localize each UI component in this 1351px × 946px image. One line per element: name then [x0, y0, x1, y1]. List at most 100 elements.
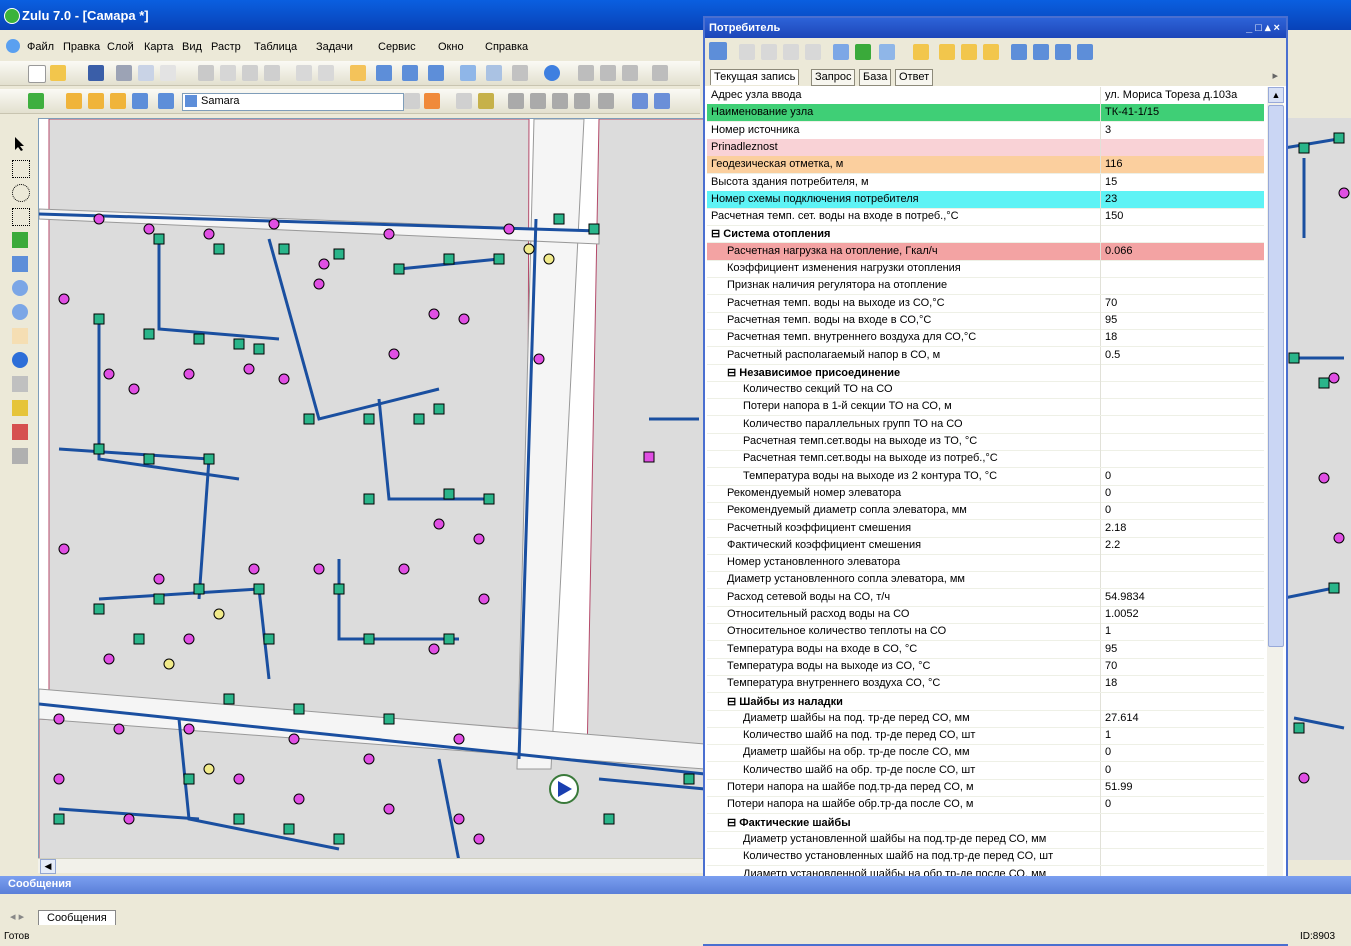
property-row[interactable]: Диаметр установленной шайбы на под.тр-де… — [707, 830, 1264, 849]
arrow-select-icon[interactable] — [12, 136, 28, 152]
network-node[interactable] — [553, 213, 565, 225]
first-record-icon[interactable] — [739, 44, 755, 60]
network-node[interactable] — [1318, 377, 1330, 389]
property-value[interactable]: ТК-41-1/15 — [1105, 106, 1159, 118]
network-node[interactable] — [603, 813, 615, 825]
consumer-node[interactable] — [93, 213, 105, 225]
consumer-node[interactable] — [433, 518, 445, 530]
consumer-node[interactable] — [533, 353, 545, 365]
property-row[interactable]: Расчетная темп. сет. воды на входе в пот… — [707, 208, 1264, 227]
property-row[interactable]: Коэффициент изменения нагрузки отопления — [707, 260, 1264, 278]
property-value[interactable]: 0 — [1105, 504, 1111, 516]
network-map-right[interactable] — [1284, 118, 1351, 860]
network-node[interactable] — [483, 493, 495, 505]
consumer-node[interactable] — [1318, 472, 1330, 484]
consumer-node[interactable] — [313, 278, 325, 290]
menu-table[interactable]: Таблица — [254, 41, 297, 53]
property-row[interactable]: Рекомендуемый диаметр сопла элеватора, м… — [707, 502, 1264, 521]
network-node[interactable] — [1293, 722, 1305, 734]
consumer-node[interactable] — [278, 373, 290, 385]
consumer-node[interactable] — [233, 773, 245, 785]
raster-icon[interactable] — [158, 93, 174, 109]
layer-prop-icon[interactable] — [88, 93, 104, 109]
consumer-node[interactable] — [313, 563, 325, 575]
consumer-node[interactable] — [503, 223, 515, 235]
measure-icon[interactable] — [574, 93, 590, 109]
property-value[interactable]: 27.614 — [1105, 712, 1139, 724]
network-node[interactable] — [253, 583, 265, 595]
network-node[interactable] — [213, 243, 225, 255]
new-icon[interactable] — [28, 65, 46, 83]
next-record-icon[interactable] — [783, 44, 799, 60]
zoom-extent-icon[interactable] — [12, 256, 28, 272]
consumer-node[interactable] — [363, 753, 375, 765]
network-node[interactable] — [393, 263, 405, 275]
valve-node[interactable] — [163, 658, 175, 670]
measure-tool-icon[interactable] — [12, 448, 28, 464]
consumer-node[interactable] — [388, 348, 400, 360]
layer-table-icon[interactable] — [132, 93, 148, 109]
property-row[interactable]: Количество шайб на обр. тр-де после СО, … — [707, 761, 1264, 780]
network-node[interactable] — [133, 633, 145, 645]
property-row[interactable]: Номер схемы подключения потребителя 23 — [707, 190, 1264, 209]
redo-icon[interactable] — [318, 65, 334, 81]
db-icon[interactable] — [530, 93, 546, 109]
network-node[interactable] — [53, 813, 65, 825]
property-row[interactable]: Наименование узла ТК-41-1/15 — [707, 104, 1264, 123]
menu-layer[interactable]: Слой — [107, 41, 134, 53]
property-value[interactable]: 54.9834 — [1105, 591, 1145, 603]
menu-edit[interactable]: Правка — [63, 41, 100, 53]
tool-a-icon[interactable] — [578, 65, 594, 81]
consumer-node[interactable] — [153, 573, 165, 585]
consumer-node[interactable] — [428, 308, 440, 320]
consumer-node[interactable] — [183, 723, 195, 735]
layer-edit-icon[interactable] — [110, 93, 126, 109]
page-setup-icon[interactable] — [160, 65, 176, 81]
consumer-node[interactable] — [293, 793, 305, 805]
network-node[interactable] — [233, 338, 245, 350]
network-node[interactable] — [363, 493, 375, 505]
tab-current-record[interactable]: Текущая запись — [710, 69, 800, 85]
open-icon[interactable] — [50, 65, 66, 81]
property-row[interactable]: Признак наличия регулятора на отопление — [707, 277, 1264, 296]
print-icon[interactable] — [116, 65, 132, 81]
network-node[interactable] — [93, 603, 105, 615]
pan-hand-icon[interactable] — [12, 328, 28, 344]
consumer-node[interactable] — [453, 733, 465, 745]
scroll-up-icon[interactable]: ▲ — [1268, 87, 1284, 103]
network-node[interactable] — [443, 253, 455, 265]
consumer-node[interactable] — [103, 653, 115, 665]
property-value[interactable]: 1.0052 — [1105, 608, 1139, 620]
network-node[interactable] — [283, 823, 295, 835]
consumer-node[interactable] — [243, 363, 255, 375]
property-value[interactable]: 1 — [1105, 625, 1111, 637]
consumer-node[interactable] — [123, 813, 135, 825]
network-node[interactable] — [588, 223, 600, 235]
list-icon[interactable] — [512, 65, 528, 81]
property-value[interactable]: 1 — [1105, 729, 1111, 741]
property-row[interactable]: ⊟ Шайбы из наладки — [707, 692, 1264, 711]
property-row[interactable]: Расчетная темп. внутреннего воздуха для … — [707, 329, 1264, 348]
consumer-node[interactable] — [478, 593, 490, 605]
network-node[interactable] — [93, 313, 105, 325]
property-row[interactable]: Температура воды на выходе из 2 контура … — [707, 467, 1264, 486]
paste-icon[interactable] — [242, 65, 258, 81]
property-row[interactable]: Диаметр шайбы на обр. тр-де после СО, мм… — [707, 744, 1264, 763]
property-row[interactable]: Рекомендуемый номер элеватора 0 — [707, 484, 1264, 503]
property-row[interactable]: Расчетный коэффициент смешения 2.18 — [707, 519, 1264, 538]
property-row[interactable]: Количество секций ТО на СО — [707, 381, 1264, 400]
valve-node[interactable] — [523, 243, 535, 255]
doc-icon[interactable] — [6, 39, 20, 53]
property-row[interactable]: Фактический коэффициент смешения 2.2 — [707, 536, 1264, 555]
property-value[interactable]: 23 — [1105, 193, 1117, 205]
consumer-node[interactable] — [53, 773, 65, 785]
node-icon[interactable] — [456, 93, 472, 109]
property-value[interactable]: 95 — [1105, 314, 1117, 326]
add-icon[interactable] — [428, 65, 444, 81]
network-node[interactable] — [443, 488, 455, 500]
back-arrow-icon[interactable] — [632, 93, 648, 109]
layer-add-icon[interactable] — [28, 93, 44, 109]
property-row[interactable]: Относительный расход воды на СО 1.0052 — [707, 606, 1264, 624]
consumer-node[interactable] — [58, 293, 70, 305]
msg-nav-icon[interactable]: ◂ ▸ — [10, 910, 24, 923]
